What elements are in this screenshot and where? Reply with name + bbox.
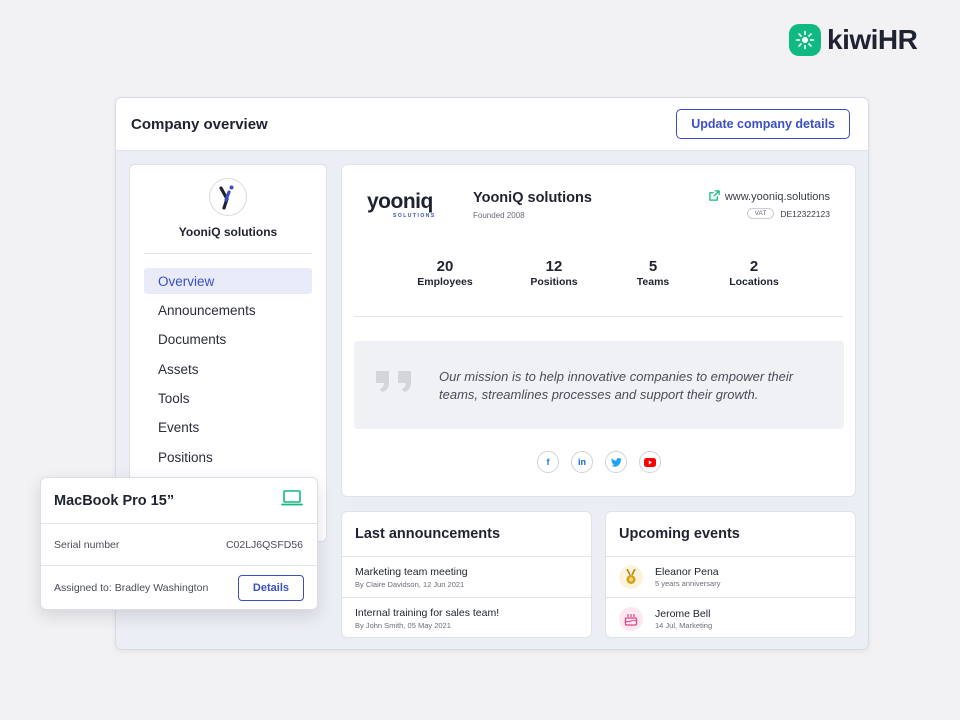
asset-serial-row: Serial number C02LJ6QSFD56 xyxy=(41,524,317,566)
sidebar-item-tools[interactable]: Tools xyxy=(144,386,312,412)
stat-label: Teams xyxy=(636,276,670,288)
sidebar-item-documents[interactable]: Documents xyxy=(144,327,312,353)
yooniq-logo: yooniq SOLUTIONS xyxy=(367,189,449,224)
announcement-meta: By Claire Davidson, 12 Jun 2021 xyxy=(355,580,465,589)
serial-value: C02LJ6QSFD56 xyxy=(225,538,303,551)
event-meta: 14 Jul, Marketing xyxy=(655,620,713,630)
announcement-title: Marketing team meeting xyxy=(355,566,468,578)
events-card: Upcoming events Eleanor Pena 5 years ann… xyxy=(605,511,856,638)
page-title: Company overview xyxy=(131,115,268,133)
stat-label: Employees xyxy=(417,276,473,288)
company-divider xyxy=(354,316,843,317)
youtube-icon[interactable] xyxy=(639,451,661,473)
vat-number: DE12322123 xyxy=(780,208,830,219)
kiwi-slice-icon xyxy=(789,24,821,56)
mission-quote: Our mission is to help innovative compan… xyxy=(354,341,844,429)
stat-label: Positions xyxy=(530,276,578,288)
stat-value: 5 xyxy=(648,258,658,275)
list-item[interactable]: Internal training for sales team! By Joh… xyxy=(342,598,591,639)
assigned-to: Assigned to: Bradley Washington xyxy=(54,582,209,594)
mission-text: Our mission is to help innovative compan… xyxy=(439,369,794,402)
asset-footer: Assigned to: Bradley Washington Details xyxy=(41,566,317,610)
asset-card: MacBook Pro 15” Serial number C02LJ6QSFD… xyxy=(40,477,318,610)
yooniq-logo-sub: SOLUTIONS xyxy=(393,213,436,219)
event-meta: 5 years anniversary xyxy=(655,579,721,588)
list-item[interactable]: Eleanor Pena 5 years anniversary xyxy=(606,557,855,598)
yooniq-logo-text: yooniq xyxy=(367,190,433,213)
company-avatar xyxy=(209,178,247,216)
company-website: www.yooniq.solutions xyxy=(724,191,830,203)
list-item[interactable]: Marketing team meeting By Claire Davidso… xyxy=(342,557,591,598)
sidebar-item-announcements[interactable]: Announcements xyxy=(144,297,312,323)
details-button[interactable]: Details xyxy=(237,575,304,601)
stat-value: 20 xyxy=(436,258,454,275)
event-person: Jerome Bell xyxy=(655,607,711,620)
sidebar-item-overview[interactable]: Overview xyxy=(144,268,312,294)
medal-icon xyxy=(619,565,643,589)
kiwihr-logo: kiwiHR xyxy=(789,24,918,56)
announcement-meta: By John Smith, 05 May 2021 xyxy=(355,621,451,630)
list-item[interactable]: Jerome Bell 14 Jul, Marketing xyxy=(606,598,855,639)
social-links: f in xyxy=(537,451,661,473)
birthday-cake-icon xyxy=(619,606,643,631)
sidebar-company-name: YooniQ solutions xyxy=(178,225,278,239)
brand-name: kiwiHR xyxy=(827,24,918,55)
event-person: Eleanor Pena xyxy=(655,566,719,578)
vat-badge: VAT xyxy=(746,208,775,219)
sidebar-item-assets[interactable]: Assets xyxy=(144,356,312,382)
sidebar-item-positions[interactable]: Positions xyxy=(144,444,312,470)
twitter-icon[interactable] xyxy=(605,451,627,473)
company-founded: Founded 2008 xyxy=(473,211,525,220)
quote-icon xyxy=(373,355,417,400)
events-title: Upcoming events xyxy=(606,512,855,557)
stat-employees: 20 Employees xyxy=(400,259,490,288)
stat-label: Locations xyxy=(729,276,779,288)
company-vat: VAT DE12322123 xyxy=(746,208,830,219)
laptop-icon xyxy=(281,489,303,512)
asset-header: MacBook Pro 15” xyxy=(41,478,317,524)
linkedin-icon[interactable]: in xyxy=(571,451,593,473)
window-header: Company overview Update company details xyxy=(116,98,868,151)
stat-locations: 2 Locations xyxy=(709,259,799,288)
company-name: YooniQ solutions xyxy=(473,190,592,206)
company-card: yooniq SOLUTIONS YooniQ solutions Founde… xyxy=(341,164,856,497)
stat-positions: 12 Positions xyxy=(509,259,599,288)
sidebar-item-events[interactable]: Events xyxy=(144,415,312,441)
stat-teams: 5 Teams xyxy=(608,259,698,288)
announcements-card: Last announcements Marketing team meetin… xyxy=(341,511,592,638)
external-link-icon xyxy=(709,190,720,204)
company-website-link[interactable]: www.yooniq.solutions xyxy=(709,190,830,204)
update-company-details-button[interactable]: Update company details xyxy=(676,109,850,139)
asset-title: MacBook Pro 15” xyxy=(54,492,175,509)
stat-value: 2 xyxy=(749,258,759,275)
serial-label: Serial number xyxy=(54,538,120,551)
announcement-title: Internal training for sales team! xyxy=(355,607,500,619)
facebook-icon[interactable]: f xyxy=(537,451,559,473)
stat-value: 12 xyxy=(545,258,563,275)
sidebar-divider xyxy=(144,253,312,254)
announcements-title: Last announcements xyxy=(342,512,591,557)
